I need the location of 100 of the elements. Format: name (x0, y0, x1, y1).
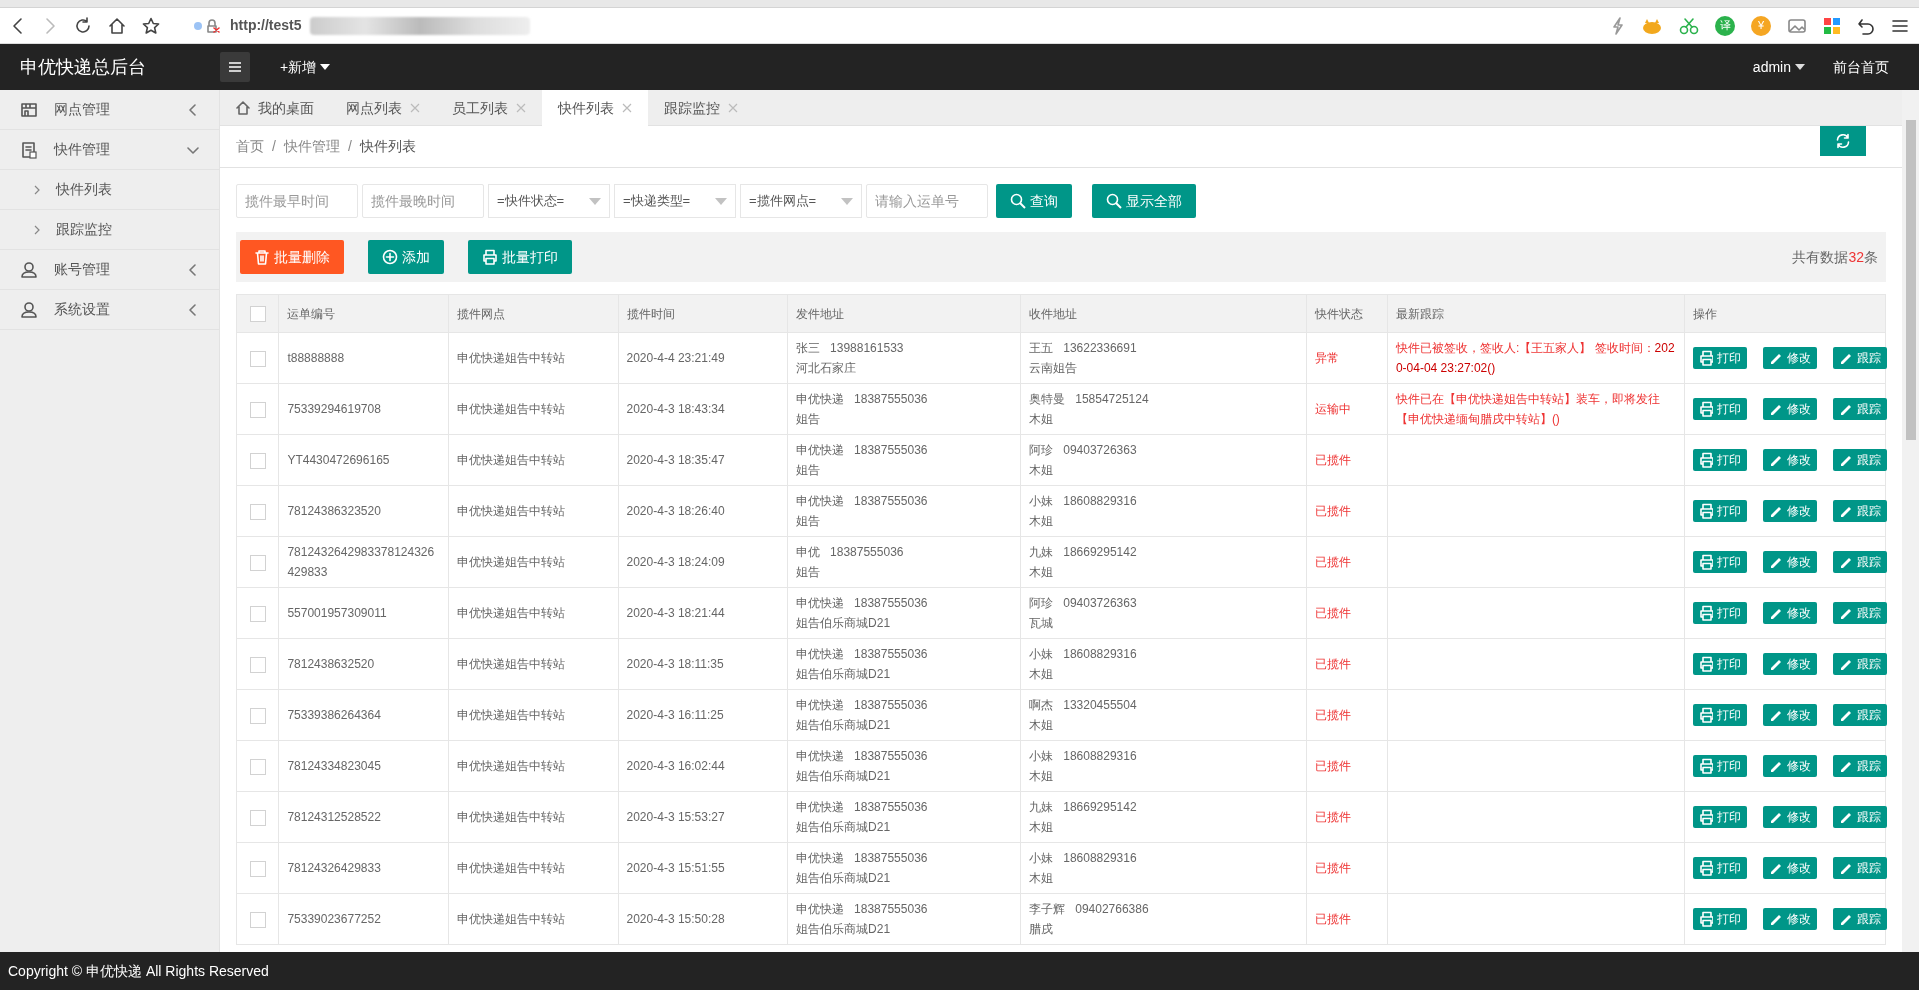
coin-icon[interactable]: ¥ (1751, 15, 1771, 36)
sidebar-item[interactable]: 网点管理 (0, 90, 219, 130)
sender-address: 姐告伯乐商城D21 (796, 717, 892, 734)
column-header: 最新跟踪 (1395, 306, 1444, 321)
status-text: 已揽件 (1315, 555, 1352, 569)
print-button[interactable]: 打印 (1692, 551, 1747, 573)
edit-button[interactable]: 修改 (1762, 551, 1817, 573)
show-all-button[interactable]: 显示全部 (1092, 184, 1196, 218)
track-button[interactable]: 跟踪 (1832, 857, 1887, 879)
pickup-time: 2020-4-3 18:35:47 (626, 453, 725, 467)
tab[interactable]: 网点列表 (330, 90, 436, 126)
track-button[interactable]: 跟踪 (1832, 551, 1887, 573)
sender-address: 姐告伯乐商城D21 (796, 768, 892, 785)
edit-button[interactable]: 修改 (1762, 398, 1817, 420)
add-button[interactable]: 添加 (368, 240, 444, 274)
waybill-number: 75339386264364 (287, 708, 381, 722)
print-button[interactable]: 打印 (1692, 755, 1747, 777)
receiver-address: 木姐 (1029, 513, 1055, 530)
sidebar-subitem[interactable]: 快件列表 (0, 170, 219, 210)
print-button[interactable]: 打印 (1692, 908, 1747, 930)
edit-button[interactable]: 修改 (1762, 704, 1817, 726)
track-button[interactable]: 跟踪 (1832, 500, 1887, 522)
track-button[interactable]: 跟踪 (1832, 806, 1887, 828)
sender-address: 姐告伯乐商城D21 (796, 819, 892, 836)
sidebar-item[interactable]: 账号管理 (0, 250, 219, 290)
track-button[interactable]: 跟踪 (1832, 398, 1887, 420)
breadcrumb-link[interactable]: 首页 (236, 136, 264, 157)
sender-contact: 申优快递 18387555036 (796, 697, 929, 714)
receiver-address: 云南姐告 (1029, 360, 1079, 377)
edit-button[interactable]: 修改 (1762, 347, 1817, 369)
sender-address: 姐告伯乐商城D21 (796, 666, 892, 683)
pickup-time: 2020-4-3 18:21:44 (626, 606, 725, 620)
station-name: 申优快递姐告中转站 (456, 606, 565, 620)
station-name: 申优快递姐告中转站 (456, 810, 565, 824)
user-menu[interactable]: admin (1746, 55, 1811, 79)
translate-icon[interactable]: 译 (1715, 15, 1735, 36)
edit-button[interactable]: 修改 (1762, 755, 1817, 777)
waybill-number: 7812432642983378124326429833 (287, 545, 435, 579)
print-button[interactable]: 打印 (1692, 602, 1747, 624)
sender-address: 姐告 (796, 411, 822, 428)
edit-button[interactable]: 修改 (1762, 806, 1817, 828)
column-header: 操作 (1692, 306, 1717, 321)
receiver-contact: 李子辉 09402766386 (1029, 901, 1150, 918)
waybill-number: 7812438632520 (287, 657, 375, 671)
tracking-text: 快件已被签收，签收人:【王五家人】 签收时间：2020-04-04 23:27:02() (1395, 341, 1675, 375)
breadcrumb-link[interactable]: 快件管理 (283, 136, 340, 157)
edit-button[interactable]: 修改 (1762, 653, 1817, 675)
print-button[interactable]: 打印 (1692, 500, 1747, 522)
sidebar-item[interactable]: 系统设置 (0, 290, 219, 330)
front-page-link[interactable]: 前台首页 (1827, 55, 1895, 79)
input-field[interactable]: 揽件最早时间 (236, 184, 358, 218)
address-bar[interactable]: http://test5 (192, 15, 530, 36)
tab[interactable]: 我的桌面 (220, 90, 330, 126)
tab[interactable]: 跟踪监控 (648, 90, 754, 126)
print-button[interactable]: 打印 (1692, 398, 1747, 420)
search-button[interactable]: 查询 (996, 184, 1072, 218)
breadcrumb-link[interactable]: 快件列表 (359, 136, 416, 157)
print-button[interactable]: 打印 (1692, 653, 1747, 675)
waybill-number: YT4430472696165 (287, 453, 390, 467)
copyright-text: Copyright © 申优快递 All Rights Reserved (8, 961, 269, 981)
track-button[interactable]: 跟踪 (1832, 704, 1887, 726)
track-button[interactable]: 跟踪 (1832, 449, 1887, 471)
sidebar-subitem[interactable]: 跟踪监控 (0, 210, 219, 250)
edit-button[interactable]: 修改 (1762, 449, 1817, 471)
print-button[interactable]: 打印 (1692, 704, 1747, 726)
delete-button[interactable]: 批量删除 (240, 240, 344, 274)
track-button[interactable]: 跟踪 (1832, 653, 1887, 675)
waybill-number: t88888888 (287, 351, 345, 365)
batch-print-button[interactable]: 批量打印 (468, 240, 572, 274)
add-menu[interactable]: +新增 (274, 55, 337, 79)
receiver-contact: 阿珍 09403726363 (1029, 442, 1138, 459)
input-field[interactable]: 请输入运单号 (866, 184, 988, 218)
select-field[interactable]: =快件状态= (488, 184, 610, 218)
waybill-number: 78124386323520 (287, 504, 381, 518)
sender-address: 姐告伯乐商城D21 (796, 870, 892, 887)
track-button[interactable]: 跟踪 (1832, 347, 1887, 369)
tab[interactable]: 员工列表 (436, 90, 542, 126)
sender-contact: 申优 18387555036 (796, 544, 905, 561)
receiver-address: 木姐 (1029, 564, 1055, 581)
select-field[interactable]: =快递类型= (614, 184, 736, 218)
track-button[interactable]: 跟踪 (1832, 755, 1887, 777)
input-field[interactable]: 揽件最晚时间 (362, 184, 484, 218)
select-field[interactable]: =揽件网点= (740, 184, 862, 218)
receiver-address: 瓦城 (1029, 615, 1055, 632)
track-button[interactable]: 跟踪 (1832, 908, 1887, 930)
print-button[interactable]: 打印 (1692, 347, 1747, 369)
print-button[interactable]: 打印 (1692, 449, 1747, 471)
sender-contact: 申优快递 18387555036 (796, 595, 929, 612)
edit-button[interactable]: 修改 (1762, 500, 1817, 522)
waybill-number: 78124312528522 (287, 810, 381, 824)
track-button[interactable]: 跟踪 (1832, 602, 1887, 624)
edit-button[interactable]: 修改 (1762, 857, 1817, 879)
sidebar-item[interactable]: 快件管理 (0, 130, 219, 170)
sender-contact: 申优快递 18387555036 (796, 850, 929, 867)
print-button[interactable]: 打印 (1692, 857, 1747, 879)
receiver-address: 木姐 (1029, 411, 1055, 428)
edit-button[interactable]: 修改 (1762, 602, 1817, 624)
print-button[interactable]: 打印 (1692, 806, 1747, 828)
edit-button[interactable]: 修改 (1762, 908, 1817, 930)
tab[interactable]: 快件列表 (542, 90, 648, 126)
